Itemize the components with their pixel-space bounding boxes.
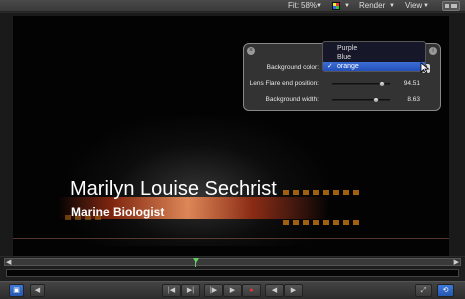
play-range-in-icon[interactable]: ◀ xyxy=(6,259,11,266)
timeline-track[interactable] xyxy=(6,269,459,277)
lens-flare-end-slider[interactable] xyxy=(332,81,390,87)
sidebar-toggle-button[interactable]: ▣ xyxy=(9,284,24,297)
play-range-out-icon[interactable]: ▶ xyxy=(454,259,459,266)
go-to-end-button[interactable]: |▶ xyxy=(204,284,223,297)
fullscreen-button[interactable]: ⤢ xyxy=(415,284,432,297)
step-forward-button[interactable]: ▶| xyxy=(181,284,200,297)
fit-label: Fit: xyxy=(288,1,300,10)
film-strip-decoration xyxy=(283,190,363,195)
mouse-cursor-icon xyxy=(420,62,430,74)
background-color-menu: Purple Blue ✓ orange xyxy=(322,41,426,72)
view-menu[interactable]: View xyxy=(405,1,422,11)
checkmark-icon: ✓ xyxy=(327,63,333,70)
menu-item-blue[interactable]: Blue xyxy=(323,53,425,62)
close-icon[interactable]: × xyxy=(247,47,255,55)
slider-thumb[interactable] xyxy=(372,97,379,103)
menu-item-orange[interactable]: ✓ orange xyxy=(323,62,425,71)
record-button[interactable]: ● xyxy=(242,284,261,297)
color-channels-icon[interactable] xyxy=(332,2,340,10)
lens-flare-end-row: Lens Flare end position: 94.51 xyxy=(244,79,442,89)
slider-thumb[interactable] xyxy=(379,81,386,87)
menu-item-label: orange xyxy=(337,63,359,70)
lens-flare-end-label: Lens Flare end position: xyxy=(249,80,319,87)
loop-playback-button[interactable]: ⟲ xyxy=(437,284,454,297)
background-color-label: Background color: xyxy=(266,64,319,71)
background-width-row: Background width: 8.63 xyxy=(244,95,442,105)
lower-third-subtitle[interactable]: Marine Biologist xyxy=(71,205,164,219)
chevron-down-icon: ▼ xyxy=(423,3,429,9)
mini-timeline: ◀ ▶ xyxy=(0,257,465,281)
info-icon[interactable]: i xyxy=(429,47,437,55)
background-width-value[interactable]: 8.63 xyxy=(407,95,420,105)
playhead[interactable] xyxy=(193,258,199,267)
transport-bar: ▣ ◀ |◀ ▶| |▶ ▶ ● ◀ ▶ ⤢ ⟲ xyxy=(0,281,465,299)
menu-item-label: Blue xyxy=(337,54,352,61)
go-to-start-button[interactable]: |◀ xyxy=(162,284,181,297)
next-keyframe-button[interactable]: ▶ xyxy=(284,284,303,297)
lower-third-title[interactable]: Marilyn Louise Sechrist xyxy=(70,177,277,201)
canvas-toolbar: Fit: 58% ▼ ▼ Render ▼ View ▼ xyxy=(0,0,465,12)
lens-flare-end-value[interactable]: 94.51 xyxy=(404,79,420,89)
timeline-ruler[interactable]: ◀ ▶ xyxy=(4,258,461,267)
background-width-label: Background width: xyxy=(265,96,319,103)
flare-line xyxy=(13,238,449,239)
background-width-slider[interactable] xyxy=(332,97,390,103)
previous-button[interactable]: ◀ xyxy=(30,284,45,297)
chevron-down-icon: ▼ xyxy=(344,3,350,9)
view-layout-button[interactable] xyxy=(442,1,460,11)
previous-keyframe-button[interactable]: ◀ xyxy=(265,284,284,297)
film-strip-decoration xyxy=(283,220,363,225)
fit-zoom-popup[interactable]: 58% xyxy=(301,1,317,11)
play-button[interactable]: ▶ xyxy=(223,284,242,297)
menu-item-label: Purple xyxy=(337,45,358,52)
render-menu[interactable]: Render xyxy=(359,1,385,11)
chevron-down-icon: ▼ xyxy=(316,3,322,9)
menu-item-purple[interactable]: Purple xyxy=(323,44,425,53)
chevron-down-icon: ▼ xyxy=(389,3,395,9)
